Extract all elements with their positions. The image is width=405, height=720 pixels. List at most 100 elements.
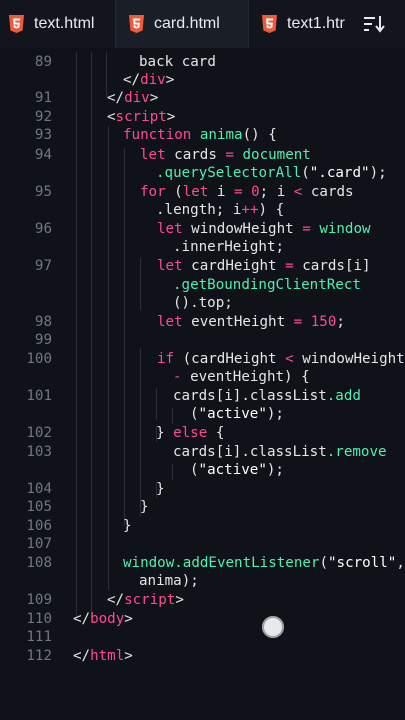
tab-card-html[interactable]: card.html <box>116 0 249 48</box>
code-token: ; i <box>259 184 294 200</box>
code-token: window.addEventListener <box>123 555 320 571</box>
html5-icon <box>129 15 144 33</box>
code-token: cardHeight <box>191 258 286 274</box>
code-token: body <box>90 611 125 627</box>
code-text: if (cardHeight < windowHeight <box>157 350 405 368</box>
code-line: 111 <box>0 628 405 646</box>
line-number: 98 <box>34 314 52 330</box>
code-token: let <box>182 184 217 200</box>
code-line: 98 let eventHeight = 150; <box>0 313 405 331</box>
code-token: > <box>124 611 133 627</box>
code-token: ); <box>266 462 284 478</box>
line-number: 93 <box>34 127 52 143</box>
code-token: = <box>233 184 252 200</box>
code-line: 102} else { <box>0 424 405 442</box>
sort-button[interactable] <box>345 0 405 48</box>
code-token: - <box>173 369 191 385</box>
tab-text1-html[interactable]: text1.htr <box>249 0 345 48</box>
code-text: </html> <box>73 647 133 665</box>
code-line: ("active"); <box>0 461 405 479</box>
code-text: .innerHeight; <box>173 238 284 256</box>
line-number: 94 <box>34 147 52 163</box>
code-token: let <box>157 258 192 274</box>
code-token: } <box>123 518 132 534</box>
code-token: ".card" <box>309 165 370 181</box>
code-token: > <box>124 648 133 664</box>
code-token: anima); <box>139 573 199 589</box>
code-token: else <box>173 425 216 441</box>
code-line: ("active"); <box>0 405 405 423</box>
code-token: cards[i] <box>302 258 371 274</box>
line-number: 102 <box>26 425 52 441</box>
code-line: 96 let windowHeight = window <box>0 220 405 238</box>
code-token: < <box>107 109 116 125</box>
code-token: eventHeight <box>191 314 294 330</box>
code-token: ); <box>369 165 387 181</box>
code-text: cards[i].classList.add <box>173 387 361 405</box>
code-line: anima); <box>0 572 405 590</box>
code-token: } <box>140 499 149 515</box>
code-token: cards[i].classList <box>173 388 327 404</box>
code-token: cards <box>310 184 354 200</box>
code-line: - eventHeight) { <box>0 368 405 386</box>
code-token: .remove <box>326 444 387 460</box>
code-token: 0 <box>251 184 260 200</box>
code-token: .length; i <box>156 202 242 218</box>
line-number: 105 <box>26 499 52 515</box>
code-line: 93 function anima() { <box>0 126 405 144</box>
code-token: windowHeight <box>191 221 303 237</box>
tab-text-html[interactable]: text.html <box>0 0 116 48</box>
code-token: anima <box>199 127 243 143</box>
code-text: .querySelectorAll(".card"); <box>156 164 387 182</box>
code-line: .length; i++) { <box>0 201 405 219</box>
line-number: 107 <box>26 536 52 552</box>
code-token: script <box>115 109 167 125</box>
code-token: = <box>302 221 320 237</box>
code-token: ; <box>336 314 345 330</box>
code-token: ( <box>174 184 183 200</box>
line-number: 104 <box>26 481 52 497</box>
line-number: 95 <box>34 184 52 200</box>
code-text: let windowHeight = window <box>157 220 371 238</box>
code-token: back card <box>139 54 216 70</box>
code-token: </ <box>123 72 141 88</box>
line-number: 111 <box>26 629 52 645</box>
code-token: = <box>285 258 303 274</box>
code-token: html <box>90 648 125 664</box>
code-token: ( <box>319 555 329 571</box>
code-text: </div> <box>107 89 158 107</box>
code-line: 105} <box>0 498 405 516</box>
code-line: 108 window.addEventListener("scroll", <box>0 554 405 572</box>
code-line: 89 back card <box>0 53 405 71</box>
code-token: = <box>293 314 311 330</box>
line-number: 92 <box>34 109 52 125</box>
code-line: 97 let cardHeight = cards[i] <box>0 257 405 275</box>
code-token: < <box>293 184 311 200</box>
code-token: > <box>149 90 159 106</box>
code-text: - eventHeight) { <box>173 368 310 386</box>
code-token: .getBoundingClientRect <box>173 277 361 293</box>
code-token: ); <box>266 406 284 422</box>
code-line: 101 cards[i].classList.add <box>0 387 405 405</box>
code-token: cards <box>174 147 226 163</box>
code-text: ("active"); <box>190 461 284 479</box>
tab-label: text1.htr <box>287 15 345 32</box>
sort-icon <box>364 16 385 33</box>
code-text: for (let i = 0; i < cards <box>140 183 354 201</box>
line-number: 100 <box>26 351 52 367</box>
code-text: let cardHeight = cards[i] <box>157 257 371 275</box>
code-token: (cardHeight <box>182 351 286 367</box>
code-token: 150 <box>310 314 337 330</box>
code-text: anima); <box>139 572 199 590</box>
code-line: 91 </div> <box>0 89 405 107</box>
code-token: ( <box>190 406 199 422</box>
line-number: 96 <box>34 221 52 237</box>
code-editor[interactable]: 89 back card </div> 91 </div> 92 <script> 93 fun… <box>0 48 405 720</box>
tab-label: card.html <box>154 15 220 32</box>
code-line: 104} <box>0 480 405 498</box>
code-token: { <box>215 425 225 441</box>
code-token: , <box>396 555 405 571</box>
code-token: ++ <box>241 202 259 218</box>
code-text: </body> <box>73 610 133 628</box>
code-token: "active" <box>198 462 267 478</box>
